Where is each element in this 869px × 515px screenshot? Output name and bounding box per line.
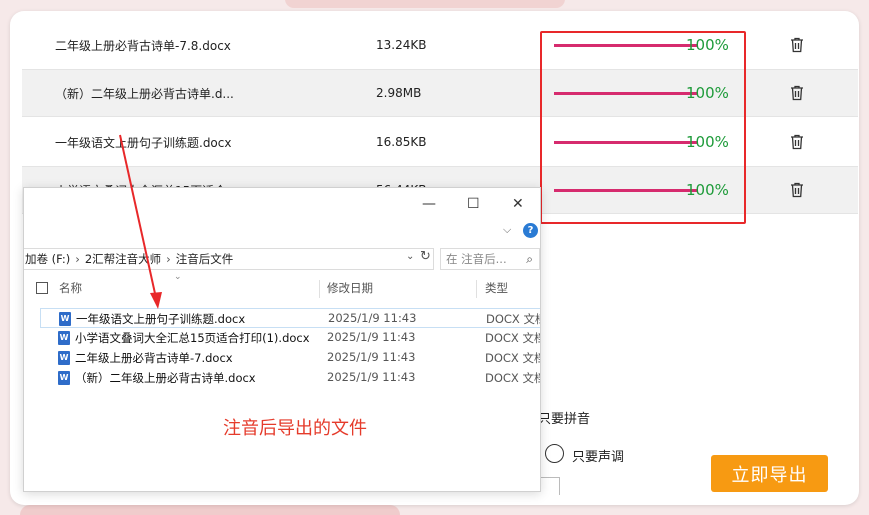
chevron-down-icon[interactable]: ⌵ (503, 223, 511, 237)
file-name: （新）二年级上册必背古诗单.docx (75, 371, 256, 385)
breadcrumb-separator: › (75, 252, 80, 266)
file-type: DOCX 文档 (486, 312, 541, 326)
sort-caret-icon: ⌄ (174, 272, 182, 282)
chevron-down-icon[interactable]: ⌄ (406, 251, 414, 262)
trash-icon[interactable] (790, 134, 804, 150)
pinyin-only-option[interactable]: 只要拼音 (538, 408, 590, 427)
tone-only-radio[interactable] (545, 444, 564, 463)
file-type: DOCX 文档 (485, 351, 541, 365)
minimize-button[interactable]: — (422, 196, 436, 212)
trash-icon[interactable] (790, 37, 804, 53)
background-shape (20, 505, 400, 515)
maximize-button[interactable]: ☐ (467, 196, 480, 212)
refresh-icon[interactable]: ↻ (420, 249, 431, 264)
file-date: 2025/1/9 11:43 (327, 350, 416, 364)
column-divider[interactable] (476, 280, 477, 298)
search-placeholder: 在 注音后... (446, 252, 507, 266)
word-doc-icon: W (58, 331, 70, 345)
file-name: 一年级语文上册句子训练题.docx (76, 312, 246, 326)
search-input[interactable]: 在 注音后... ⌕ (440, 248, 540, 270)
file-list-item[interactable]: W 一年级语文上册句子训练题.docx 2025/1/9 11:43 DOCX … (40, 308, 541, 328)
breadcrumb-item[interactable]: 加卷 (F:) (25, 251, 70, 267)
file-size: 2.98MB (376, 86, 422, 100)
column-header-date[interactable]: 修改日期 (327, 280, 373, 296)
highlight-box (540, 31, 746, 224)
file-date: 2025/1/9 11:43 (328, 311, 417, 325)
file-list-item[interactable]: W 二年级上册必背古诗单-7.docx 2025/1/9 11:43 DOCX … (40, 348, 541, 368)
select-all-checkbox[interactable] (36, 282, 48, 294)
breadcrumb-separator: › (166, 252, 171, 266)
file-name: 一年级语文上册句子训练题.docx (55, 135, 232, 150)
address-bar[interactable]: 加卷 (F:) › 2汇帮注音大师 › 注音后文件 (24, 248, 434, 270)
close-button[interactable]: ✕ (512, 196, 524, 212)
word-doc-icon: W (59, 312, 71, 326)
file-list-item[interactable]: W （新）二年级上册必背古诗单.docx 2025/1/9 11:43 DOCX… (40, 368, 541, 388)
file-date: 2025/1/9 11:43 (327, 370, 416, 384)
word-doc-icon: W (58, 371, 70, 385)
file-name: 小学语文叠词大全汇总15页适合打印(1).docx (75, 331, 310, 345)
annotation-label: 注音后导出的文件 (223, 418, 367, 439)
file-date: 2025/1/9 11:43 (327, 330, 416, 344)
trash-icon[interactable] (790, 85, 804, 101)
export-now-button[interactable]: 立即导出 (711, 455, 828, 492)
breadcrumb-item[interactable]: 2汇帮注音大师 (85, 251, 161, 267)
file-type: DOCX 文档 (485, 331, 541, 345)
help-icon[interactable]: ? (523, 223, 538, 238)
file-name: 二年级上册必背古诗单-7.docx (75, 351, 233, 365)
column-header-type[interactable]: 类型 (485, 280, 508, 296)
trash-icon[interactable] (790, 182, 804, 198)
search-icon: ⌕ (526, 252, 533, 266)
file-size: 13.24KB (376, 38, 427, 52)
checkbox[interactable] (540, 477, 560, 495)
column-divider[interactable] (319, 280, 320, 298)
tone-only-label: 只要声调 (572, 450, 625, 465)
column-header-name[interactable]: 名称 (59, 280, 82, 296)
file-size: 16.85KB (376, 135, 427, 149)
background-shape (285, 0, 565, 8)
file-type: DOCX 文档 (485, 371, 541, 385)
file-list-item[interactable]: W 小学语文叠词大全汇总15页适合打印(1).docx 2025/1/9 11:… (40, 328, 541, 348)
file-name: 二年级上册必背古诗单-7.8.docx (55, 38, 231, 53)
breadcrumb-item[interactable]: 注音后文件 (176, 251, 234, 267)
file-explorer-window: — ☐ ✕ ⌵ ? 加卷 (F:) › 2汇帮注音大师 › 注音后文件 ⌄ ↻ … (23, 187, 541, 492)
file-name: （新）二年级上册必背古诗单.d... (55, 86, 234, 101)
word-doc-icon: W (58, 351, 70, 365)
